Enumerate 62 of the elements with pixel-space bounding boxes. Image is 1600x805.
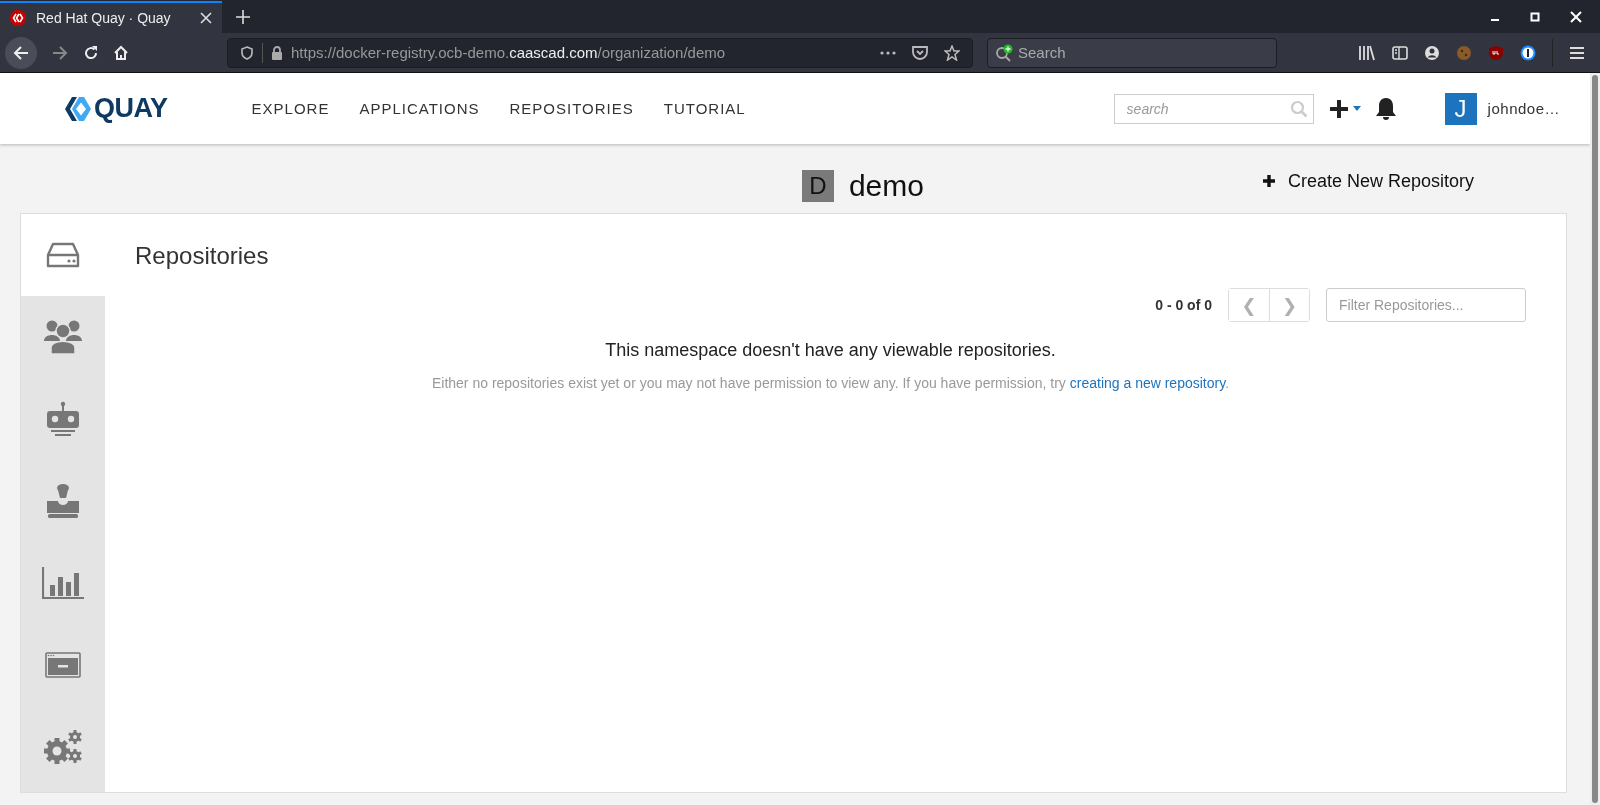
nav-link[interactable]: REPOSITORIES xyxy=(509,100,634,117)
browser-search-field[interactable]: Search xyxy=(987,37,1277,68)
search-icon xyxy=(1289,99,1308,118)
forward-icon[interactable] xyxy=(51,43,69,62)
quay-favicon-icon xyxy=(10,9,26,26)
username[interactable]: johndoe… xyxy=(1487,100,1560,117)
menu-icon[interactable] xyxy=(1569,45,1585,60)
robot-icon xyxy=(45,400,81,437)
quay-logo-icon[interactable] xyxy=(64,94,92,123)
sidebar-tab[interactable] xyxy=(21,542,105,624)
home-icon[interactable] xyxy=(113,44,129,61)
tab-title: Red Hat Quay · Quay xyxy=(36,9,172,26)
create-menu-button[interactable] xyxy=(1329,99,1361,118)
empty-message: This namespace doesn't have any viewable repositories. xyxy=(604,340,1057,361)
back-button[interactable] xyxy=(5,36,37,69)
empty-hint: Either no repositories exist yet or you may not have permission to view any. If you have permission, try creating a new repository. xyxy=(430,375,1231,391)
pocket-icon[interactable] xyxy=(912,45,928,60)
section-heading: Repositories xyxy=(135,242,270,270)
sidebar-tab[interactable] xyxy=(21,378,105,460)
joystick-icon xyxy=(46,482,80,519)
more-icon[interactable] xyxy=(880,50,896,55)
create-repository-button[interactable]: Create New Repository xyxy=(1255,169,1480,193)
plus-icon xyxy=(1261,174,1276,188)
namespace-name: demo xyxy=(848,169,924,203)
sidebar-icon[interactable] xyxy=(1392,45,1408,60)
namespace-avatar: D xyxy=(801,170,834,202)
nav-link[interactable]: APPLICATIONS xyxy=(359,100,480,117)
pagination-count: 0 - 0 of 0 xyxy=(1155,297,1212,313)
logo-text[interactable]: QUAY xyxy=(94,93,168,124)
browser-tab[interactable]: Red Hat Quay · Quay xyxy=(0,0,222,33)
sidebar-tab[interactable] xyxy=(21,706,105,788)
maximize-icon[interactable] xyxy=(1530,11,1540,22)
close-icon[interactable] xyxy=(200,11,212,24)
nav-link[interactable]: EXPLORE xyxy=(251,100,330,117)
password-manager-icon[interactable] xyxy=(1520,44,1536,61)
search-field[interactable]: search xyxy=(1113,93,1314,124)
plus-icon xyxy=(1329,99,1348,118)
library-icon[interactable] xyxy=(1358,44,1376,61)
url-text: https://docker-registry.ocb-demo.caascad.com/organization/demo xyxy=(291,44,726,61)
caret-icon xyxy=(1352,106,1361,111)
hard-drive-icon xyxy=(46,242,80,268)
star-icon[interactable] xyxy=(944,44,960,61)
bell-icon[interactable] xyxy=(1374,96,1397,121)
gears-icon xyxy=(43,728,83,765)
bar-chart-icon xyxy=(42,566,84,599)
reload-icon[interactable] xyxy=(83,44,99,61)
account-icon[interactable] xyxy=(1424,44,1440,61)
sidebar-tab[interactable] xyxy=(21,296,105,378)
new-tab-icon[interactable] xyxy=(236,9,250,24)
back-arrow-icon xyxy=(12,43,30,62)
sidebar-tab[interactable] xyxy=(21,460,105,542)
lock-icon xyxy=(271,45,283,60)
app-window-icon xyxy=(45,651,81,678)
sidebar-tab[interactable] xyxy=(21,624,105,706)
scrollbar-thumb[interactable] xyxy=(1592,75,1598,803)
filter-field[interactable]: Filter Repositories... xyxy=(1326,288,1526,322)
shield-icon xyxy=(240,45,254,60)
address-bar[interactable]: https://docker-registry.ocb-demo.caascad.com/organization/demo xyxy=(227,37,973,68)
shield-icon[interactable] xyxy=(1488,44,1504,61)
nav-link[interactable]: TUTORIAL xyxy=(663,100,746,117)
user-avatar[interactable]: J xyxy=(1444,92,1477,125)
group-icon xyxy=(43,318,83,355)
